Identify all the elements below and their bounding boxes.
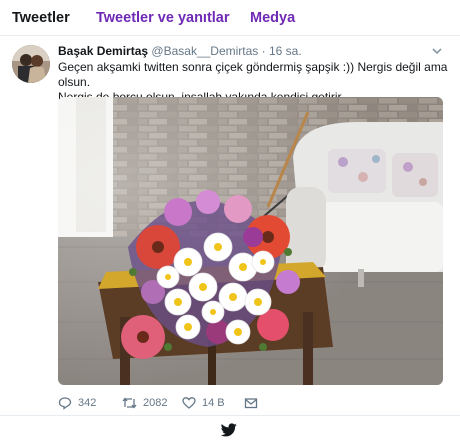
retweet-icon (122, 396, 137, 410)
tweet[interactable]: Başak Demirtaş @Basak__Demirtas · 16 sa.… (0, 36, 460, 416)
tab-media[interactable]: Medya (250, 10, 295, 26)
reply-count: 342 (78, 397, 97, 409)
like-button[interactable]: 14 B (182, 394, 225, 412)
tweet-header: Başak Demirtaş @Basak__Demirtas · 16 sa. (58, 44, 302, 58)
author-handle[interactable]: @Basak__Demirtas (151, 44, 258, 58)
tweet-time[interactable]: 16 sa. (269, 44, 302, 58)
author-name[interactable]: Başak Demirtaş (58, 44, 148, 58)
like-count: 14 B (202, 397, 225, 409)
reply-icon (58, 396, 72, 410)
tweet-actions: 342 2082 14 B (58, 394, 438, 412)
tab-tweets[interactable]: Tweetler (12, 10, 70, 26)
message-button[interactable] (244, 394, 258, 412)
like-icon (182, 396, 196, 410)
tweet-photo[interactable] (58, 97, 443, 385)
profile-tabs: Tweetler Tweetler ve yanıtlar Medya (0, 0, 460, 36)
message-icon (244, 396, 258, 410)
reply-button[interactable]: 342 (58, 394, 96, 412)
avatar[interactable] (12, 45, 50, 83)
chevron-down-icon[interactable] (430, 44, 444, 58)
tab-tweets-and-replies[interactable]: Tweetler ve yanıtlar (96, 10, 230, 26)
separator: · (261, 44, 266, 58)
twitter-bird-icon (220, 423, 237, 440)
tweet-text-line-1: Geçen akşamki twitten sonra çiçek gönder… (58, 60, 448, 89)
timeline-footer (0, 416, 460, 440)
retweet-button[interactable]: 2082 (122, 394, 167, 412)
retweet-count: 2082 (143, 397, 168, 409)
